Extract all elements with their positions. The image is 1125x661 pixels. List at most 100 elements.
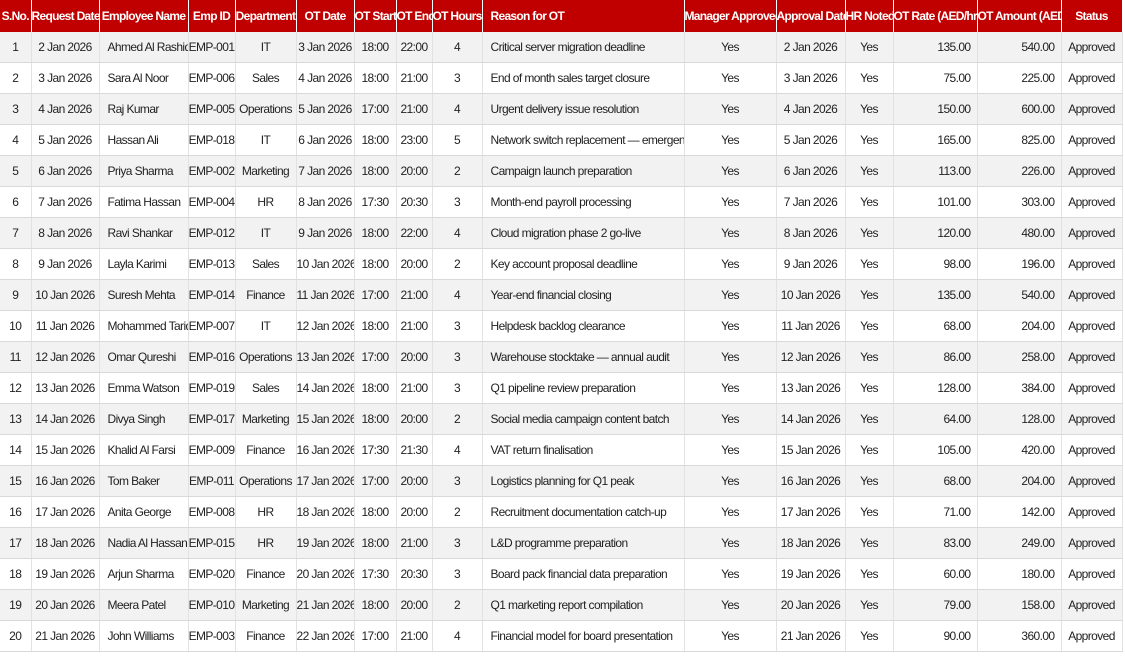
cell-ot-date[interactable]: 10 Jan 2026: [296, 248, 355, 280]
cell-request-date[interactable]: 16 Jan 2026: [31, 465, 100, 497]
cell-hr-noted[interactable]: Yes: [845, 62, 894, 94]
cell-approval-date[interactable]: 19 Jan 2026: [776, 558, 846, 590]
cell-hr-noted[interactable]: Yes: [845, 372, 894, 404]
cell-hr-noted[interactable]: Yes: [845, 279, 894, 311]
cell-ot-hours[interactable]: 2: [432, 155, 483, 187]
header-department[interactable]: Department: [235, 0, 297, 32]
cell-ot-rate[interactable]: 68.00: [893, 310, 978, 342]
cell-manager-approved[interactable]: Yes: [684, 62, 777, 94]
table-row[interactable]: 17 18 Jan 2026 Nadia Al Hassan EMP-015 HR 19 …: [0, 527, 1123, 559]
cell-ot-hours[interactable]: 2: [432, 403, 483, 435]
cell-ot-hours[interactable]: 4: [432, 434, 483, 466]
cell-request-date[interactable]: 11 Jan 2026: [31, 310, 100, 342]
cell-approval-date[interactable]: 15 Jan 2026: [776, 434, 846, 466]
cell-ot-amount[interactable]: 480.00: [977, 217, 1062, 249]
cell-hr-noted[interactable]: Yes: [845, 217, 894, 249]
cell-request-date[interactable]: 15 Jan 2026: [31, 434, 100, 466]
header-sno[interactable]: S.No.: [0, 0, 32, 32]
cell-ot-end[interactable]: 21:00: [396, 310, 433, 342]
cell-ot-amount[interactable]: 204.00: [977, 465, 1062, 497]
cell-approval-date[interactable]: 20 Jan 2026: [776, 589, 846, 621]
cell-employee-name[interactable]: Divya Singh: [99, 403, 189, 435]
cell-employee-name[interactable]: Arjun Sharma: [99, 558, 189, 590]
cell-sno[interactable]: 20: [0, 620, 32, 652]
cell-ot-start[interactable]: 18:00: [354, 589, 397, 621]
cell-ot-start[interactable]: 18:00: [354, 124, 397, 156]
header-status[interactable]: Status: [1061, 0, 1123, 32]
cell-department[interactable]: Finance: [235, 279, 297, 311]
cell-status[interactable]: Approved: [1061, 372, 1123, 404]
cell-request-date[interactable]: 10 Jan 2026: [31, 279, 100, 311]
cell-approval-date[interactable]: 17 Jan 2026: [776, 496, 846, 528]
cell-sno[interactable]: 2: [0, 62, 32, 94]
cell-hr-noted[interactable]: Yes: [845, 32, 894, 63]
cell-reason[interactable]: Helpdesk backlog clearance: [482, 310, 685, 342]
cell-status[interactable]: Approved: [1061, 248, 1123, 280]
cell-approval-date[interactable]: 2 Jan 2026: [776, 32, 846, 63]
cell-ot-end[interactable]: 20:30: [396, 186, 433, 218]
cell-ot-hours[interactable]: 5: [432, 124, 483, 156]
cell-approval-date[interactable]: 13 Jan 2026: [776, 372, 846, 404]
cell-ot-start[interactable]: 18:00: [354, 62, 397, 94]
cell-ot-start[interactable]: 18:00: [354, 248, 397, 280]
cell-ot-date[interactable]: 8 Jan 2026: [296, 186, 355, 218]
cell-status[interactable]: Approved: [1061, 279, 1123, 311]
cell-ot-start[interactable]: 17:30: [354, 434, 397, 466]
cell-approval-date[interactable]: 14 Jan 2026: [776, 403, 846, 435]
cell-ot-rate[interactable]: 128.00: [893, 372, 978, 404]
cell-sno[interactable]: 17: [0, 527, 32, 559]
cell-department[interactable]: Finance: [235, 558, 297, 590]
cell-ot-rate[interactable]: 120.00: [893, 217, 978, 249]
table-row[interactable]: 10 11 Jan 2026 Mohammed Tariq EMP-007 IT 12 J…: [0, 310, 1123, 342]
cell-ot-amount[interactable]: 196.00: [977, 248, 1062, 280]
cell-department[interactable]: Marketing: [235, 589, 297, 621]
cell-hr-noted[interactable]: Yes: [845, 527, 894, 559]
cell-ot-rate[interactable]: 71.00: [893, 496, 978, 528]
cell-reason[interactable]: Recruitment documentation catch-up: [482, 496, 685, 528]
cell-ot-date[interactable]: 12 Jan 2026: [296, 310, 355, 342]
header-ot-end[interactable]: OT End: [396, 0, 433, 32]
cell-status[interactable]: Approved: [1061, 434, 1123, 466]
cell-reason[interactable]: Q1 pipeline review preparation: [482, 372, 685, 404]
cell-department[interactable]: Marketing: [235, 403, 297, 435]
header-approval-date[interactable]: Approval Date: [776, 0, 846, 32]
header-reason[interactable]: Reason for OT: [482, 0, 685, 32]
cell-ot-end[interactable]: 20:00: [396, 155, 433, 187]
cell-sno[interactable]: 16: [0, 496, 32, 528]
cell-request-date[interactable]: 5 Jan 2026: [31, 124, 100, 156]
cell-ot-rate[interactable]: 79.00: [893, 589, 978, 621]
cell-ot-hours[interactable]: 2: [432, 248, 483, 280]
cell-employee-name[interactable]: Ravi Shankar: [99, 217, 189, 249]
table-row[interactable]: 19 20 Jan 2026 Meera Patel EMP-010 Marketing…: [0, 589, 1123, 621]
cell-request-date[interactable]: 7 Jan 2026: [31, 186, 100, 218]
cell-approval-date[interactable]: 9 Jan 2026: [776, 248, 846, 280]
cell-ot-start[interactable]: 17:30: [354, 186, 397, 218]
cell-ot-rate[interactable]: 83.00: [893, 527, 978, 559]
cell-employee-name[interactable]: Mohammed Tariq: [99, 310, 189, 342]
table-row[interactable]: 23 Jan 2026 Sara Al Noor EMP-006 Sales 4 Jan…: [0, 62, 1123, 94]
table-row[interactable]: 12 13 Jan 2026 Emma Watson EMP-019 Sales 14 J…: [0, 372, 1123, 404]
cell-approval-date[interactable]: 8 Jan 2026: [776, 217, 846, 249]
cell-reason[interactable]: Month-end payroll processing: [482, 186, 685, 218]
cell-ot-start[interactable]: 18:00: [354, 403, 397, 435]
cell-ot-start[interactable]: 17:00: [354, 620, 397, 652]
cell-approval-date[interactable]: 10 Jan 2026: [776, 279, 846, 311]
header-ot-date[interactable]: OT Date: [296, 0, 355, 32]
cell-ot-hours[interactable]: 4: [432, 32, 483, 63]
cell-reason[interactable]: Financial model for board presentation: [482, 620, 685, 652]
cell-status[interactable]: Approved: [1061, 217, 1123, 249]
cell-ot-date[interactable]: 3 Jan 2026: [296, 32, 355, 63]
cell-request-date[interactable]: 2 Jan 2026: [31, 32, 100, 63]
cell-status[interactable]: Approved: [1061, 341, 1123, 373]
cell-ot-date[interactable]: 16 Jan 2026: [296, 434, 355, 466]
header-emp-id[interactable]: Emp ID: [188, 0, 236, 32]
cell-department[interactable]: Operations: [235, 465, 297, 497]
cell-employee-name[interactable]: Omar Qureshi: [99, 341, 189, 373]
cell-manager-approved[interactable]: Yes: [684, 434, 777, 466]
cell-ot-rate[interactable]: 113.00: [893, 155, 978, 187]
cell-employee-name[interactable]: Hassan Ali: [99, 124, 189, 156]
header-hr-noted[interactable]: HR Noted: [845, 0, 894, 32]
cell-request-date[interactable]: 21 Jan 2026: [31, 620, 100, 652]
cell-status[interactable]: Approved: [1061, 465, 1123, 497]
cell-sno[interactable]: 6: [0, 186, 32, 218]
